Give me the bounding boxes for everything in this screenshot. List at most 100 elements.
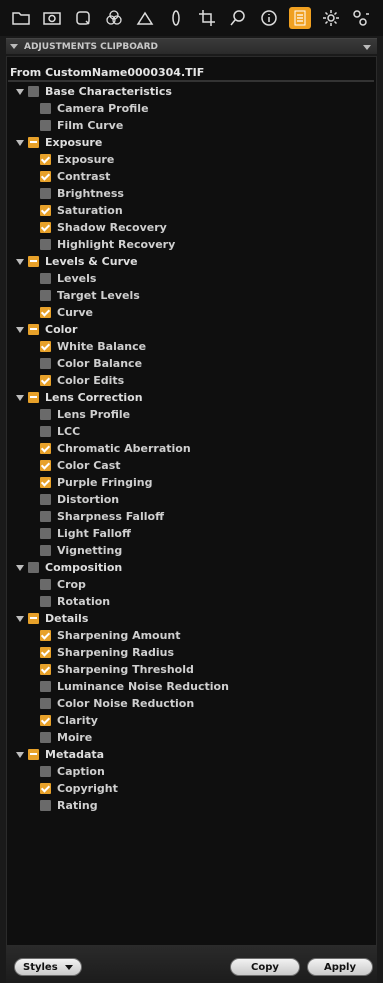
group-base-characteristics[interactable]: Base Characteristics <box>16 83 371 100</box>
group-checkbox[interactable] <box>28 86 39 97</box>
adjustment-checkbox[interactable] <box>40 290 51 301</box>
adjustment-checkbox[interactable] <box>40 698 51 709</box>
adjustment-item[interactable]: White Balance <box>16 338 371 355</box>
adjustment-item[interactable]: Shadow Recovery <box>16 219 371 236</box>
adjustment-checkbox[interactable] <box>40 341 51 352</box>
adjustment-item[interactable]: Highlight Recovery <box>16 236 371 253</box>
group-checkbox[interactable] <box>28 256 39 267</box>
adjustment-checkbox[interactable] <box>40 732 51 743</box>
group-checkbox[interactable] <box>28 324 39 335</box>
adjustment-checkbox[interactable] <box>40 647 51 658</box>
adjustment-checkbox[interactable] <box>40 273 51 284</box>
loupe-icon[interactable] <box>227 7 249 29</box>
adjustment-item[interactable]: Sharpening Radius <box>16 644 371 661</box>
info-icon[interactable] <box>258 7 280 29</box>
lens-icon[interactable] <box>165 7 187 29</box>
adjustment-item[interactable]: Clarity <box>16 712 371 729</box>
adjustment-item[interactable]: Contrast <box>16 168 371 185</box>
adjustment-checkbox[interactable] <box>40 154 51 165</box>
disclosure-triangle-icon[interactable] <box>16 89 24 95</box>
adjustment-item[interactable]: Light Falloff <box>16 525 371 542</box>
adjustment-checkbox[interactable] <box>40 460 51 471</box>
group-levels-curve[interactable]: Levels & Curve <box>16 253 371 270</box>
group-composition[interactable]: Composition <box>16 559 371 576</box>
adjustment-item[interactable]: Saturation <box>16 202 371 219</box>
adjustment-checkbox[interactable] <box>40 307 51 318</box>
copy-button[interactable]: Copy <box>230 958 300 976</box>
group-checkbox[interactable] <box>28 613 39 624</box>
adjustment-checkbox[interactable] <box>40 103 51 114</box>
group-checkbox[interactable] <box>28 749 39 760</box>
adjustment-item[interactable]: Rating <box>16 797 371 814</box>
adjustment-item[interactable]: Color Cast <box>16 457 371 474</box>
adjustment-item[interactable]: Rotation <box>16 593 371 610</box>
adjustment-checkbox[interactable] <box>40 630 51 641</box>
adjustment-checkbox[interactable] <box>40 596 51 607</box>
adjustment-checkbox[interactable] <box>40 545 51 556</box>
collapse-caret-icon[interactable] <box>10 44 18 49</box>
adjustment-item[interactable]: Sharpening Threshold <box>16 661 371 678</box>
disclosure-triangle-icon[interactable] <box>16 395 24 401</box>
adjustment-checkbox[interactable] <box>40 681 51 692</box>
clipboard-icon[interactable] <box>288 7 311 29</box>
group-checkbox[interactable] <box>28 562 39 573</box>
group-lens-correction[interactable]: Lens Correction <box>16 389 371 406</box>
adjustment-item[interactable]: Color Noise Reduction <box>16 695 371 712</box>
adjustment-item[interactable]: Camera Profile <box>16 100 371 117</box>
apply-button[interactable]: Apply <box>307 958 373 976</box>
adjustment-item[interactable]: Color Balance <box>16 355 371 372</box>
adjustment-item[interactable]: Target Levels <box>16 287 371 304</box>
group-details[interactable]: Details <box>16 610 371 627</box>
adjustment-checkbox[interactable] <box>40 443 51 454</box>
adjustment-item[interactable]: Vignetting <box>16 542 371 559</box>
adjustment-checkbox[interactable] <box>40 494 51 505</box>
disclosure-triangle-icon[interactable] <box>16 752 24 758</box>
group-checkbox[interactable] <box>28 392 39 403</box>
adjustment-item[interactable]: Sharpening Amount <box>16 627 371 644</box>
adjustment-item[interactable]: Levels <box>16 270 371 287</box>
camera-icon[interactable] <box>41 7 63 29</box>
folder-icon[interactable] <box>10 7 32 29</box>
capture-icon[interactable] <box>72 7 94 29</box>
adjustment-item[interactable]: Lens Profile <box>16 406 371 423</box>
disclosure-triangle-icon[interactable] <box>16 259 24 265</box>
group-color[interactable]: Color <box>16 321 371 338</box>
adjustment-checkbox[interactable] <box>40 664 51 675</box>
adjustment-item[interactable]: Sharpness Falloff <box>16 508 371 525</box>
adjustment-checkbox[interactable] <box>40 171 51 182</box>
adjustment-checkbox[interactable] <box>40 715 51 726</box>
adjustment-item[interactable]: Moire <box>16 729 371 746</box>
adjustment-item[interactable]: Purple Fringing <box>16 474 371 491</box>
adjustment-checkbox[interactable] <box>40 528 51 539</box>
adjustment-checkbox[interactable] <box>40 800 51 811</box>
disclosure-triangle-icon[interactable] <box>16 327 24 333</box>
adjustment-item[interactable]: Copyright <box>16 780 371 797</box>
panel-menu-icon[interactable] <box>363 45 371 50</box>
gear-icon[interactable] <box>320 7 342 29</box>
panel-header[interactable]: ADJUSTMENTS CLIPBOARD <box>6 38 377 54</box>
adjustment-item[interactable]: Brightness <box>16 185 371 202</box>
adjustment-checkbox[interactable] <box>40 783 51 794</box>
adjustment-checkbox[interactable] <box>40 766 51 777</box>
adjustment-checkbox[interactable] <box>40 511 51 522</box>
adjustment-item[interactable]: Distortion <box>16 491 371 508</box>
styles-button[interactable]: Styles <box>14 958 82 976</box>
adjustment-item[interactable]: Crop <box>16 576 371 593</box>
exposure-icon[interactable] <box>134 7 156 29</box>
color-icon[interactable] <box>103 7 125 29</box>
disclosure-triangle-icon[interactable] <box>16 140 24 146</box>
adjustment-item[interactable]: Luminance Noise Reduction <box>16 678 371 695</box>
adjustment-checkbox[interactable] <box>40 426 51 437</box>
adjustment-item[interactable]: Chromatic Aberration <box>16 440 371 457</box>
sliders-icon[interactable] <box>350 7 372 29</box>
adjustment-checkbox[interactable] <box>40 188 51 199</box>
adjustment-checkbox[interactable] <box>40 222 51 233</box>
crop-icon[interactable] <box>196 7 218 29</box>
adjustment-item[interactable]: Exposure <box>16 151 371 168</box>
adjustment-checkbox[interactable] <box>40 579 51 590</box>
disclosure-triangle-icon[interactable] <box>16 565 24 571</box>
adjustment-item[interactable]: Caption <box>16 763 371 780</box>
adjustment-checkbox[interactable] <box>40 239 51 250</box>
adjustment-item[interactable]: Film Curve <box>16 117 371 134</box>
adjustment-checkbox[interactable] <box>40 120 51 131</box>
